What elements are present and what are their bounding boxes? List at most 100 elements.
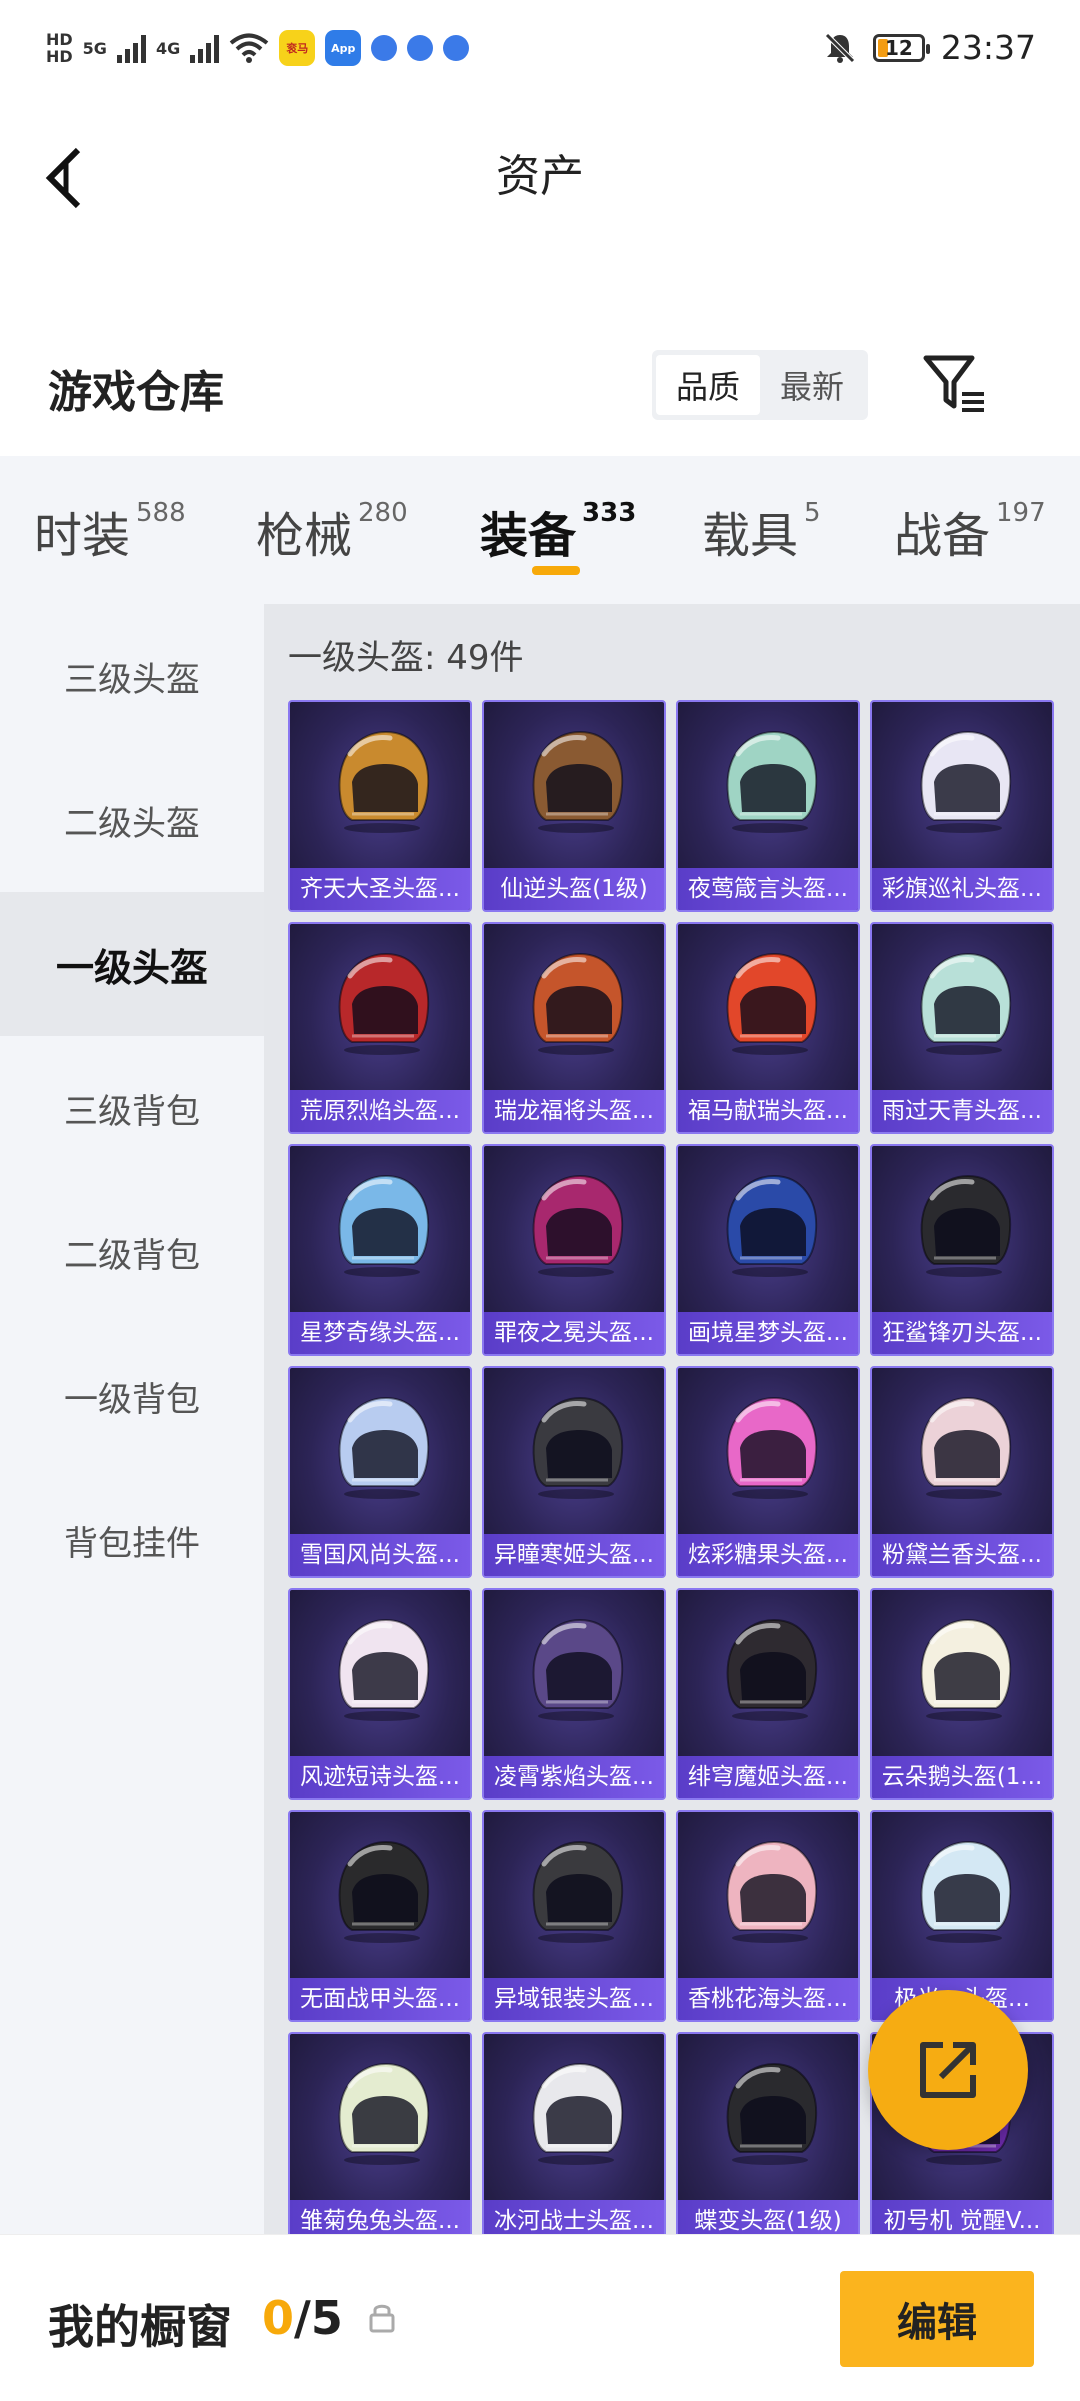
share-icon	[920, 2042, 976, 2098]
helmet-card-name: 雪国风尚头盔...	[290, 1534, 470, 1576]
tab-count: 280	[358, 498, 408, 528]
side-item-helmet-2[interactable]: 二级头盔	[0, 748, 264, 892]
helmet-icon	[532, 2062, 624, 2165]
helmet-icon	[726, 952, 818, 1055]
battery-level: 12	[884, 35, 913, 60]
helmet-icon	[532, 1840, 624, 1943]
sort-quality[interactable]: 品质	[656, 355, 760, 415]
helmet-card-name: 初号机 觉醒V...	[872, 2200, 1052, 2234]
showcase-max: 5	[310, 2291, 343, 2345]
helmet-card[interactable]: 荒原烈焰头盔...	[288, 922, 472, 1134]
sort-newest[interactable]: 最新	[760, 355, 864, 415]
helmet-card[interactable]: 香桃花海头盔...	[676, 1810, 860, 2022]
helmet-card[interactable]: 雨过天青头盔...	[870, 922, 1054, 1134]
helmet-card-name: 绯穹魔姬头盔...	[678, 1756, 858, 1798]
edit-button[interactable]: 编辑	[840, 2271, 1034, 2367]
showcase-label: 我的橱窗	[48, 2300, 232, 2354]
tab-count: 588	[136, 498, 186, 528]
helmet-card-name: 云朵鹅头盔(1...	[872, 1756, 1052, 1798]
helmet-card[interactable]: 罪夜之冕头盔...	[482, 1144, 666, 1356]
helmet-card[interactable]: 雏菊兔兔头盔...	[288, 2032, 472, 2234]
helmet-icon	[532, 952, 624, 1055]
helmet-card[interactable]: 福马献瑞头盔...	[676, 922, 860, 1134]
helmet-card[interactable]: 仙逆头盔(1级)	[482, 700, 666, 912]
helmet-card[interactable]: 极光...头盔...	[870, 1810, 1054, 2022]
helmet-card-name: 香桃花海头盔...	[678, 1978, 858, 2020]
helmet-card[interactable]: 齐天大圣头盔...	[288, 700, 472, 912]
helmet-card-name: 无面战甲头盔...	[290, 1978, 470, 2020]
helmet-card[interactable]: 蝶变头盔(1级)	[676, 2032, 860, 2234]
tab-vehicles[interactable]: 载具 5	[702, 496, 821, 566]
tab-fashion[interactable]: 时装 588	[34, 496, 186, 566]
helmet-card-name: 粉黛兰香头盔...	[872, 1534, 1052, 1576]
helmet-card[interactable]: 无面战甲头盔...	[288, 1810, 472, 2022]
tab-battle-gear[interactable]: 战备 197	[894, 496, 1046, 566]
side-item-helmet-1[interactable]: 一级头盔	[0, 892, 264, 1036]
signal-icon-2	[190, 33, 220, 63]
tab-guns[interactable]: 枪械 280	[256, 496, 408, 566]
helmet-card[interactable]: 粉黛兰香头盔...	[870, 1366, 1054, 1578]
tab-count: 5	[804, 498, 821, 528]
helmet-icon	[920, 952, 1012, 1055]
network-4g: 4G	[155, 38, 181, 58]
helmet-card[interactable]: 异域银装头盔...	[482, 1810, 666, 2022]
helmet-card[interactable]: 夜莺箴言头盔...	[676, 700, 860, 912]
helmet-card[interactable]: 瑞龙福将头盔...	[482, 922, 666, 1134]
showcase-current: 0	[262, 2291, 295, 2345]
tab-equipment[interactable]: 装备 333	[480, 496, 636, 566]
helmet-card[interactable]: 冰河战士头盔...	[482, 2032, 666, 2234]
helmet-card[interactable]: 雪国风尚头盔...	[288, 1366, 472, 1578]
helmet-card-name: 凌霄紫焰头盔...	[484, 1756, 664, 1798]
helmet-icon	[532, 1396, 624, 1499]
tab-label: 枪械	[256, 508, 353, 564]
helmet-card[interactable]: 狂鲨锋刃头盔...	[870, 1144, 1054, 1356]
helmet-card-name: 瑞龙福将头盔...	[484, 1090, 664, 1132]
network-5g: 5G	[82, 38, 107, 58]
status-bar: HD HD 5G 4G 衮马 App 12 23:37	[0, 0, 1080, 96]
helmet-card-name: 炫彩糖果头盔...	[678, 1534, 858, 1576]
helmet-card-name: 仙逆头盔(1级)	[484, 868, 664, 910]
tab-label: 载具	[702, 508, 799, 564]
tab-label: 时装	[34, 508, 131, 564]
helmet-card-name: 异域银装头盔...	[484, 1978, 664, 2020]
helmet-card[interactable]: 画境星梦头盔...	[676, 1144, 860, 1356]
helmet-card-name: 星梦奇缘头盔...	[290, 1312, 470, 1354]
side-item-backpack-charm[interactable]: 背包挂件	[0, 1468, 264, 1612]
helmet-icon	[726, 1396, 818, 1499]
filter-button[interactable]	[920, 350, 990, 420]
hd-b: HD	[46, 47, 73, 66]
helmet-card[interactable]: 绯穹魔姬头盔...	[676, 1588, 860, 1800]
helmet-card[interactable]: 云朵鹅头盔(1...	[870, 1588, 1054, 1800]
helmet-card-name: 画境星梦头盔...	[678, 1312, 858, 1354]
helmet-card[interactable]: 炫彩糖果头盔...	[676, 1366, 860, 1578]
helmet-icon	[338, 2062, 430, 2165]
helmet-icon	[920, 1396, 1012, 1499]
helmet-card-name: 齐天大圣头盔...	[290, 868, 470, 910]
signal-icon	[116, 33, 146, 63]
helmet-card[interactable]: 风迹短诗头盔...	[288, 1588, 472, 1800]
helmet-card[interactable]: 星梦奇缘头盔...	[288, 1144, 472, 1356]
helmet-icon	[726, 1618, 818, 1721]
helmet-card[interactable]: 异瞳寒姬头盔...	[482, 1366, 666, 1578]
helmet-card-name: 冰河战士头盔...	[484, 2200, 664, 2234]
header: 资产 游戏仓库 品质 最新	[0, 96, 1080, 456]
helmet-icon	[532, 1618, 624, 1721]
helmet-icon	[920, 1174, 1012, 1277]
side-item-backpack-3[interactable]: 三级背包	[0, 1036, 264, 1180]
status-right: 12 23:37	[823, 28, 1036, 67]
helmet-card[interactable]: 凌霄紫焰头盔...	[482, 1588, 666, 1800]
showcase-count: 0/5	[262, 2291, 343, 2345]
sort-toggle: 品质 最新	[652, 350, 868, 420]
lock-icon	[369, 2304, 395, 2333]
status-left: HD HD 5G 4G 衮马 App	[46, 26, 470, 70]
helmet-icon	[726, 730, 818, 833]
clock: 23:37	[940, 28, 1036, 67]
item-content: 一级头盔: 49件 齐天大圣头盔... 仙逆头盔(1级) 夜莺箴言头盔... 彩旗巡礼…	[264, 604, 1080, 2234]
helmet-card-name: 夜莺箴言头盔...	[678, 868, 858, 910]
helmet-card[interactable]: 彩旗巡礼头盔...	[870, 700, 1054, 912]
side-item-backpack-1[interactable]: 一级背包	[0, 1324, 264, 1468]
side-item-helmet-3[interactable]: 三级头盔	[0, 604, 264, 748]
share-button[interactable]	[868, 1990, 1028, 2150]
helmet-card-name: 罪夜之冕头盔...	[484, 1312, 664, 1354]
side-item-backpack-2[interactable]: 二级背包	[0, 1180, 264, 1324]
